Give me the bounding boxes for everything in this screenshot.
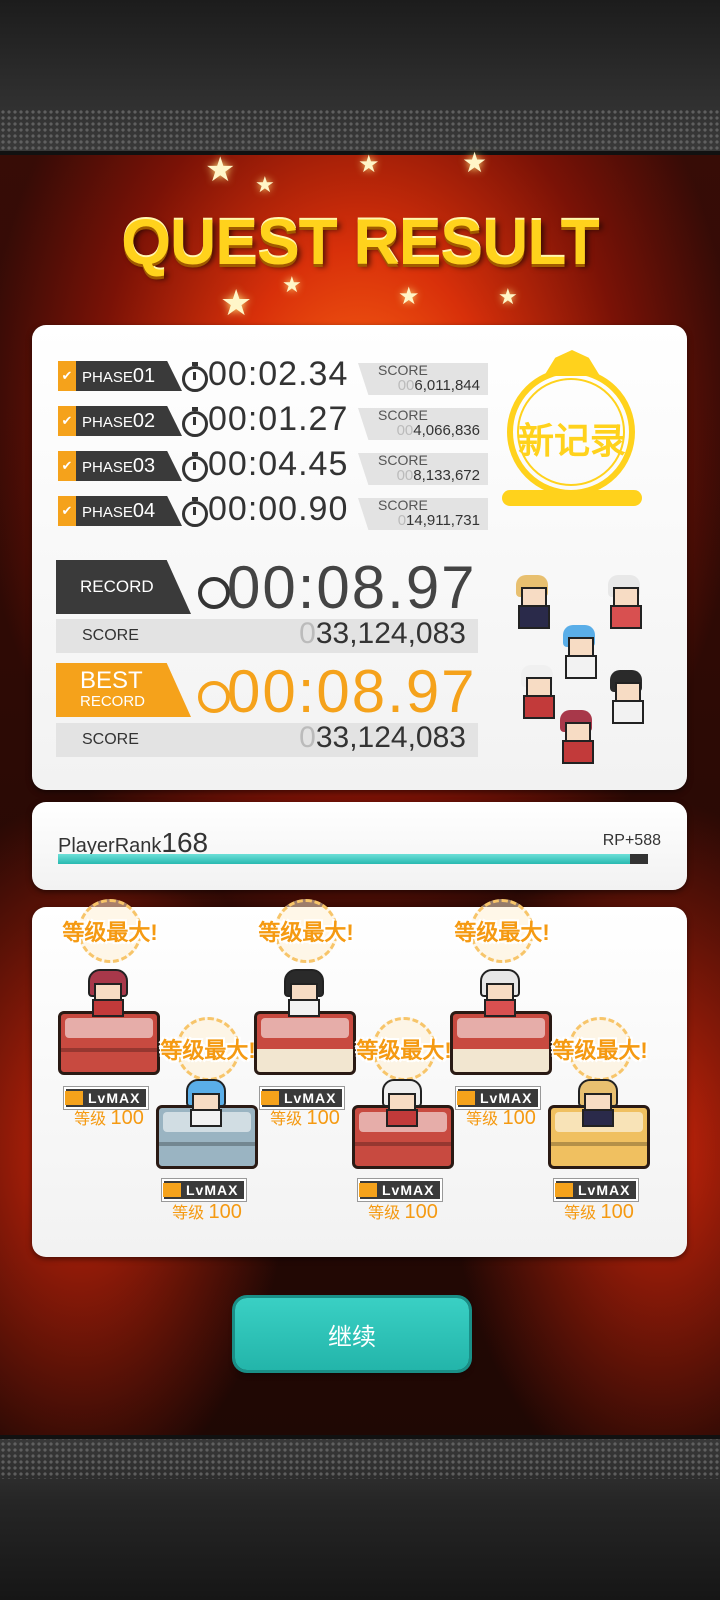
phase-time: 00:04.45: [208, 445, 349, 483]
star-icon: ★: [498, 284, 518, 309]
lvmax-tag: LvMAX: [554, 1179, 638, 1201]
phase-tag: PHASE04: [76, 496, 182, 526]
phase-row-2: ✔ PHASE02 00:01.27 SCORE 004,066,836: [58, 400, 488, 440]
star-icon: ★: [462, 147, 488, 178]
phase-time: 00:02.34: [208, 355, 349, 393]
phase-score: SCORE 006,011,844: [358, 363, 488, 395]
stopwatch-icon: [182, 452, 208, 482]
party-member-sprite: [554, 710, 598, 764]
phase-tag: PHASE01: [76, 361, 182, 391]
rp-gain: RP+588: [602, 832, 661, 849]
party-member-sprite: [604, 670, 648, 724]
stopwatch-icon: [182, 407, 208, 437]
phase-score: SCORE 004,066,836: [358, 408, 488, 440]
party-level-panel: 等级最大! LvMAX 等级 100 等级最大! LvMAX 等级 100 等级…: [32, 899, 687, 1257]
unit-level: 等级 100: [74, 1107, 144, 1129]
record-time: 00:08.97: [227, 554, 477, 621]
rank-progress-fill: [58, 854, 631, 864]
check-icon: ✔: [58, 451, 76, 481]
character-sprite: [574, 1079, 618, 1127]
record-tag: RECORD: [56, 560, 191, 614]
stopwatch-icon: [198, 577, 230, 609]
stopwatch-icon: [182, 362, 208, 392]
phase-tag: PHASE02: [76, 406, 182, 436]
stopwatch-icon: [198, 681, 230, 713]
check-icon: ✔: [58, 406, 76, 436]
phase-tag: PHASE03: [76, 451, 182, 481]
level-max-badge: 等级最大!: [446, 899, 556, 971]
phase-score: SCORE 014,911,731: [358, 498, 488, 530]
rank-progress-bar: [58, 854, 648, 864]
star-icon: ★: [205, 151, 236, 189]
pedestal: [450, 1011, 552, 1075]
phase-row-1: ✔ PHASE01 00:02.34 SCORE 006,011,844: [58, 355, 488, 395]
check-icon: ✔: [58, 496, 76, 526]
best-record-score-bar: SCORE 033,124,083: [56, 721, 478, 757]
bottom-banner: [0, 1435, 720, 1600]
record-score-bar: SCORE 033,124,083: [56, 617, 478, 653]
unit-card: 等级最大! LvMAX 等级 100: [544, 1017, 664, 1267]
character-sprite: [378, 1079, 422, 1127]
player-rank-panel: PlayerRank168 RP+588: [32, 802, 687, 890]
best-record-time: 00:08.97: [227, 658, 477, 725]
star-icon: ★: [220, 282, 253, 323]
party-member-sprite: [602, 575, 646, 629]
character-sprite: [84, 969, 128, 1017]
star-icon: ★: [398, 283, 420, 310]
new-record-badge: 新记录: [502, 350, 652, 510]
stopwatch-icon: [182, 497, 208, 527]
top-banner: [0, 0, 720, 155]
phase-score: SCORE 008,133,672: [358, 453, 488, 485]
best-record-tag: BEST RECORD: [56, 663, 191, 717]
party-member-sprite: [510, 575, 554, 629]
unit-level: 等级 100: [368, 1201, 438, 1223]
unit-level: 等级 100: [564, 1201, 634, 1223]
character-sprite: [476, 969, 520, 1017]
unit-level: 等级 100: [172, 1201, 242, 1223]
phase-row-4: ✔ PHASE04 00:00.90 SCORE 014,911,731: [58, 490, 488, 530]
quest-result-title: QUEST RESULT: [121, 206, 600, 278]
unit-level: 等级 100: [466, 1107, 536, 1129]
check-icon: ✔: [58, 361, 76, 391]
character-sprite: [280, 969, 324, 1017]
level-max-badge: 等级最大!: [54, 899, 164, 971]
unit-level: 等级 100: [270, 1107, 340, 1129]
character-sprite: [182, 1079, 226, 1127]
phase-row-3: ✔ PHASE03 00:04.45 SCORE 008,133,672: [58, 445, 488, 485]
pedestal: [254, 1011, 356, 1075]
continue-button[interactable]: 继续: [235, 1298, 469, 1370]
pedestal: [58, 1011, 160, 1075]
party-member-sprite: [515, 665, 559, 719]
lvmax-tag: LvMAX: [162, 1179, 246, 1201]
lvmax-tag: LvMAX: [358, 1179, 442, 1201]
star-icon: ★: [255, 172, 275, 197]
star-icon: ★: [358, 151, 380, 178]
phase-time: 00:01.27: [208, 400, 349, 438]
phase-time: 00:00.90: [208, 490, 349, 528]
results-panel: ✔ PHASE01 00:02.34 SCORE 006,011,844 ✔ P…: [32, 325, 687, 790]
level-max-badge: 等级最大!: [250, 899, 360, 971]
party-member-sprite: [557, 625, 601, 679]
